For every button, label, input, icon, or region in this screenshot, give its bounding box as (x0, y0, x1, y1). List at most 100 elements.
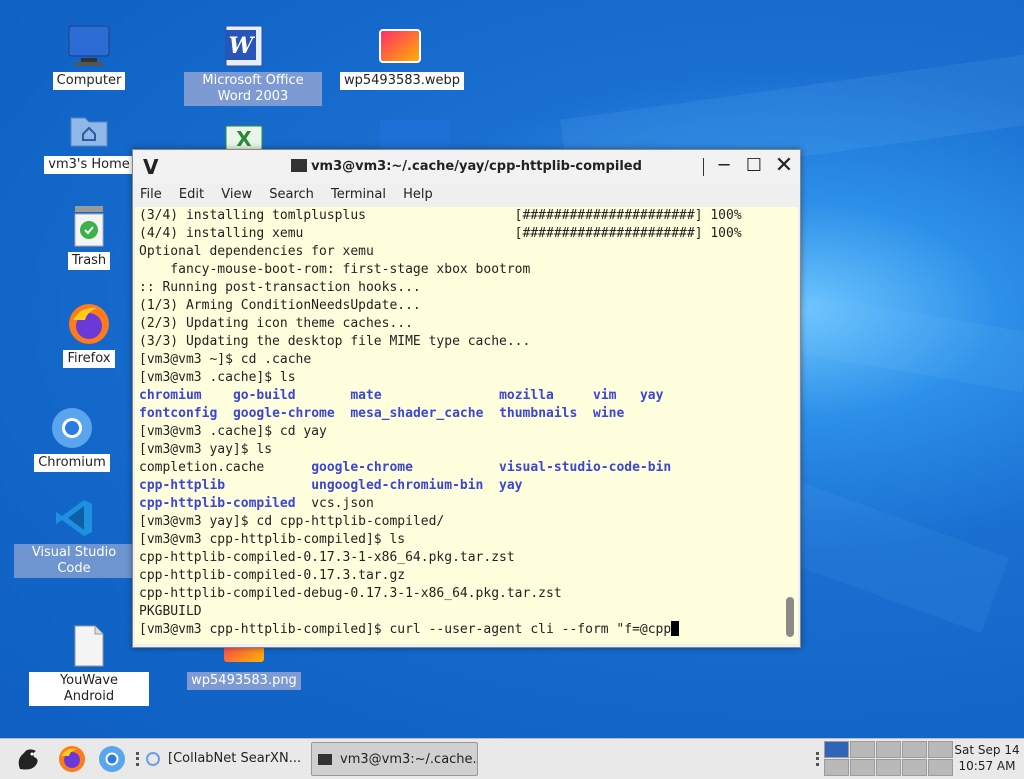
close-button[interactable]: ✕ (773, 155, 795, 177)
browser-icon (146, 751, 160, 766)
ls-output-row: cpp-httplib-compiled vcs.json (139, 495, 782, 513)
menu-help[interactable]: Help (396, 183, 439, 202)
scrollbar[interactable] (782, 207, 798, 644)
taskbar-handle[interactable] (136, 752, 142, 766)
task-browser[interactable]: [CollabNet SearXN... (146, 742, 304, 776)
terminal-output[interactable]: (3/4) installing tomlplusplus [#########… (135, 207, 782, 644)
file-entry: completion.cache (139, 460, 265, 475)
desktop-icon-youwave[interactable]: YouWave Android (29, 624, 149, 706)
desktop-icon-word[interactable]: W Microsoft Office Word 2003 (184, 24, 322, 106)
trash-icon (67, 204, 111, 248)
workspace-6[interactable] (824, 759, 849, 776)
terminal-line: (3/3) Updating the desktop file MIME typ… (139, 334, 531, 349)
ls-output-row: cpp-httplib ungoogled-chromium-bin yay (139, 477, 782, 495)
menubar: File Edit View Search Terminal Help (133, 183, 800, 206)
dir-entry: wine (593, 406, 625, 421)
dir-entry: mate (350, 388, 382, 403)
terminal-line: [vm3@vm3 cpp-httplib-compiled]$ ls (139, 532, 406, 547)
desktop: Computer W Microsoft Office Word 2003 wp… (0, 0, 1024, 738)
titlebar-separator (703, 158, 704, 176)
prompt-line[interactable]: [vm3@vm3 cpp-httplib-compiled]$ curl --u… (139, 621, 782, 639)
text-cursor (671, 621, 680, 636)
workspace-8[interactable] (876, 759, 901, 776)
desktop-icon-home[interactable]: vm3's Home (29, 108, 149, 174)
dir-entry: mozilla (499, 388, 554, 403)
ls-output-row: fontconfig google-chrome mesa_shader_cac… (139, 405, 782, 423)
terminal-line: cpp-httplib-compiled-0.17.3.tar.gz (139, 568, 406, 583)
terminal-window[interactable]: V vm3@vm3:~/.cache/yay/cpp-httplib-compi… (132, 149, 801, 648)
clock[interactable]: Sat Sep 14 10:57 AM (950, 742, 1024, 774)
workspace-1[interactable] (824, 741, 849, 758)
terminal-line: [vm3@vm3 .cache]$ cd yay (139, 424, 327, 439)
chromium-launcher-icon[interactable] (98, 745, 126, 773)
desktop-icon-vscode[interactable]: Visual Studio Code (14, 496, 134, 578)
dir-entry: visual-studio-code-bin (499, 460, 672, 475)
dir-entry: chromium (139, 388, 202, 403)
tray-handle[interactable] (816, 752, 822, 766)
dir-entry: ungoogled-chromium-bin (311, 478, 484, 493)
dir-entry: yay (499, 478, 523, 493)
desktop-icon-label: vm3's Home (44, 156, 134, 174)
desktop-icon-label: Chromium (34, 454, 110, 472)
dir-entry: cpp-httplib-compiled (139, 496, 296, 511)
svg-text:W: W (229, 33, 256, 59)
dir-entry: google-chrome (232, 406, 335, 421)
dir-entry: vim (593, 388, 617, 403)
task-terminal[interactable]: vm3@vm3:~/.cache... (311, 742, 478, 776)
workspace-4[interactable] (902, 741, 927, 758)
computer-icon (67, 24, 111, 68)
desktop-icon-label: Computer (52, 72, 126, 90)
home-folder-icon (67, 108, 111, 152)
start-menu-icon[interactable] (14, 745, 42, 773)
workspace-3[interactable] (876, 741, 901, 758)
terminal-line: fancy-mouse-boot-rom: first-stage xbox b… (139, 262, 531, 277)
desktop-icon-label: wp5493583.webp (340, 72, 465, 90)
command-input[interactable]: [vm3@vm3 cpp-httplib-compiled]$ curl --u… (139, 622, 671, 637)
dir-entry: yay (639, 388, 664, 403)
desktop-icon-label: Firefox (63, 350, 115, 368)
workspace-2[interactable] (850, 741, 875, 758)
task-label: [CollabNet SearXN... (168, 751, 302, 766)
clock-date: Sat Sep 14 (954, 743, 1020, 757)
window-title-text: vm3@vm3:~/.cache/yay/cpp-httplib-compile… (311, 159, 642, 174)
svg-text:X: X (236, 127, 252, 150)
menu-terminal[interactable]: Terminal (324, 183, 392, 202)
dir-entry: cpp-httplib (139, 478, 226, 493)
desktop-icon-label: YouWave Android (29, 672, 149, 706)
menu-view[interactable]: View (214, 183, 258, 202)
desktop-icon-computer[interactable]: Computer (29, 24, 149, 90)
terminal-icon (291, 159, 308, 172)
terminal-line: PKGBUILD (139, 604, 202, 619)
maximize-button[interactable]: ☐ (743, 155, 765, 177)
terminal-line: cpp-httplib-compiled-debug-0.17.3-1-x86_… (139, 586, 562, 601)
minimize-button[interactable]: ─ (713, 155, 735, 177)
desktop-icon-label: Visual Studio Code (14, 544, 134, 578)
menu-search[interactable]: Search (262, 183, 320, 202)
terminal-line: Optional dependencies for xemu (139, 244, 374, 259)
firefox-icon (67, 302, 111, 346)
image-file-icon (378, 24, 422, 68)
ls-output-row: chromium go-build mate mozilla vim yay (139, 387, 782, 405)
scrollbar-thumb[interactable] (786, 597, 794, 637)
workspace-9[interactable] (902, 759, 927, 776)
taskbar: [CollabNet SearXN... vm3@vm3:~/.cache...… (0, 738, 1024, 779)
terminal-line: :: Running post-transaction hooks... (139, 280, 421, 295)
desktop-icon-chromium[interactable]: Chromium (12, 406, 132, 472)
dir-entry: thumbnails (499, 406, 578, 421)
menu-edit[interactable]: Edit (172, 183, 210, 202)
desktop-icon-label: wp5493583.png (187, 672, 301, 690)
terminal-line: cpp-httplib-compiled-0.17.3-1-x86_64.pkg… (139, 550, 515, 565)
desktop-icon-webp[interactable]: wp5493583.webp (340, 24, 465, 90)
window-titlebar[interactable]: V vm3@vm3:~/.cache/yay/cpp-httplib-compi… (133, 150, 800, 183)
terminal-line: (3/4) installing tomlplusplus [#########… (139, 208, 742, 223)
menu-file[interactable]: File (133, 183, 168, 202)
workspace-7[interactable] (850, 759, 875, 776)
desktop-icon-trash[interactable]: Trash (29, 204, 149, 270)
dir-entry: mesa_shader_cache (350, 406, 484, 421)
terminal-icon (318, 754, 332, 765)
desktop-icon-label: Microsoft Office Word 2003 (184, 72, 322, 106)
word-icon: W (222, 24, 266, 68)
desktop-icon-firefox[interactable]: Firefox (29, 302, 149, 368)
firefox-launcher-icon[interactable] (58, 745, 86, 773)
terminal-line: (4/4) installing xemu [#################… (139, 226, 742, 241)
